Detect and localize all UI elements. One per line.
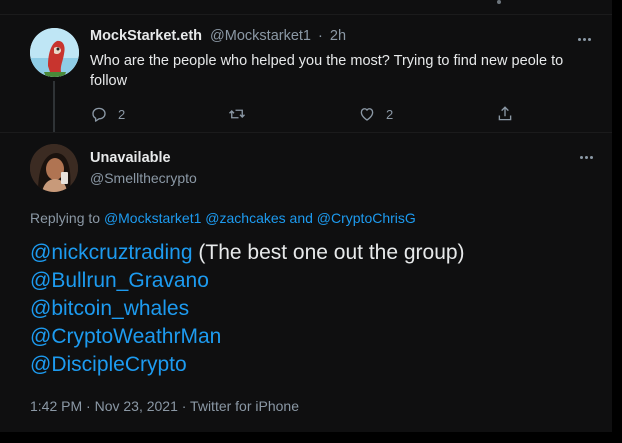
mention-link[interactable]: @CryptoWeathrMan — [30, 325, 221, 348]
replying-users-link[interactable]: @Mockstarket1 @zachcakes and @CryptoChri… — [104, 210, 416, 226]
previous-tweet-dot — [497, 0, 501, 4]
avatar[interactable] — [30, 28, 79, 77]
handle[interactable]: @Smellthecrypto — [90, 170, 197, 186]
reply-count: 2 — [118, 106, 126, 122]
twitter-thread: MockStarket.eth @Mockstarket1 · 2h Who a… — [0, 0, 622, 443]
mention-link[interactable]: @bitcoin_whales — [30, 297, 189, 320]
thread-connector-line — [53, 81, 55, 133]
share-icon — [498, 106, 512, 121]
like-button[interactable]: 2 — [358, 103, 393, 125]
line-text: (The best one out the group) — [192, 241, 465, 264]
tweet-time[interactable]: 2h — [330, 28, 346, 44]
replying-to: Replying to @Mockstarket1 @zachcakes and… — [30, 210, 416, 226]
page-edge — [612, 0, 622, 443]
avatar-image — [30, 144, 78, 192]
reply-icon — [92, 107, 106, 122]
more-icon[interactable] — [577, 37, 593, 43]
mention-link[interactable]: @nickcruztrading — [30, 241, 193, 264]
avatar-image — [30, 28, 79, 77]
tweet-line: @Bullrun_Gravano — [30, 267, 600, 295]
tweet-text: Who are the people who helped you the mo… — [90, 53, 564, 89]
tweet-actions: 2 2 — [90, 103, 520, 125]
avatar[interactable] — [30, 144, 78, 192]
mention-link[interactable]: @Bullrun_Gravano — [30, 269, 209, 292]
reply-button[interactable]: 2 — [90, 103, 125, 125]
display-name[interactable]: MockStarket.eth — [90, 28, 202, 44]
separator: · — [318, 28, 323, 44]
handle[interactable]: @Mockstarket1 — [210, 28, 311, 44]
reply-tweet[interactable]: Unavailable @Smellthecrypto Replying to … — [0, 132, 612, 432]
tweet-timestamp[interactable]: 1:42 PM · Nov 23, 2021 · Twitter for iPh… — [30, 398, 299, 414]
share-button[interactable] — [496, 103, 514, 125]
tweet-line: @CryptoWeathrMan — [30, 323, 600, 351]
replying-prefix: Replying to — [30, 210, 101, 226]
heart-icon — [360, 108, 374, 121]
mention-link[interactable]: @DiscipleCrypto — [30, 353, 187, 376]
previous-tweet-fragment — [0, 0, 612, 14]
display-name[interactable]: Unavailable — [90, 150, 171, 166]
tweet-line: @nickcruztrading (The best one out the g… — [30, 239, 600, 267]
tweet-line: @bitcoin_whales — [30, 295, 600, 323]
parent-tweet[interactable]: MockStarket.eth @Mockstarket1 · 2h Who a… — [0, 14, 612, 133]
tweet-header: MockStarket.eth @Mockstarket1 · 2h — [90, 28, 346, 46]
retweet-icon — [229, 109, 245, 119]
retweet-button[interactable] — [228, 103, 256, 125]
tweet-line: @DiscipleCrypto — [30, 351, 600, 379]
tweet-text: @nickcruztrading (The best one out the g… — [30, 239, 600, 379]
like-count: 2 — [386, 106, 394, 122]
more-icon[interactable] — [579, 155, 595, 161]
